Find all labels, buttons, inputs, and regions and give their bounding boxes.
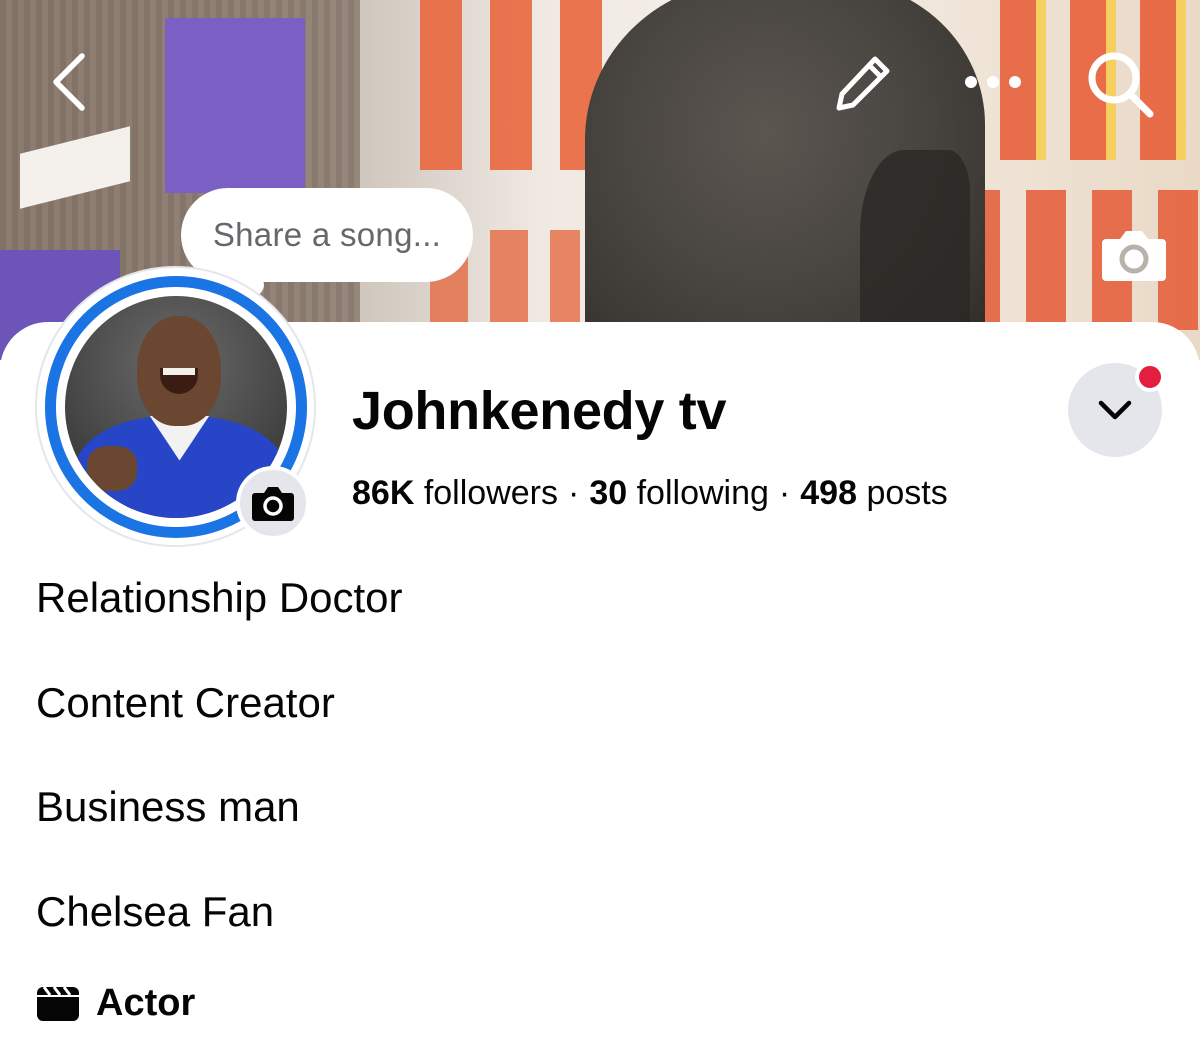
chevron-left-icon — [53, 53, 85, 111]
edit-profile-button[interactable] — [828, 50, 898, 116]
more-horizontal-icon — [965, 76, 1021, 88]
profile-stats: 86K followers · 30 following · 498 posts — [352, 474, 948, 513]
bio-line: Business man — [36, 783, 300, 830]
posts-link[interactable]: 498 posts — [800, 474, 947, 512]
share-song-button[interactable]: Share a song... — [181, 188, 473, 282]
posts-label: posts — [866, 474, 948, 512]
change-profile-picture-button[interactable] — [236, 466, 310, 540]
bio-line: Chelsea Fan — [36, 888, 275, 935]
chevron-down-icon — [1098, 400, 1132, 420]
following-label: following — [636, 474, 769, 512]
more-options-button[interactable] — [956, 56, 1030, 108]
avatar-fist — [86, 445, 137, 491]
profile-category: Actor — [36, 982, 195, 1025]
clapperboard-icon — [37, 985, 79, 1021]
stats-separator: · — [778, 474, 791, 512]
avatar-teeth — [162, 367, 195, 375]
pencil-icon — [836, 56, 890, 111]
stats-separator: · — [568, 474, 580, 512]
notification-dot — [1135, 362, 1165, 392]
search-button[interactable] — [1080, 48, 1160, 120]
posts-count: 498 — [800, 474, 857, 512]
following-link[interactable]: 30 following — [589, 474, 769, 512]
back-button[interactable] — [40, 50, 100, 114]
share-song-placeholder: Share a song... — [212, 216, 442, 253]
followers-link[interactable]: 86K followers — [352, 474, 558, 512]
followers-count: 86K — [352, 474, 415, 512]
cover-purple-sign — [165, 18, 305, 193]
search-icon — [1088, 52, 1154, 118]
followers-label: followers — [423, 474, 558, 512]
bio-line: Relationship Doctor — [36, 574, 403, 621]
camera-icon — [1102, 231, 1166, 281]
camera-icon — [252, 487, 294, 521]
following-count: 30 — [589, 474, 628, 512]
profile-name: Johnkenedy tv — [352, 381, 727, 441]
bio-line: Content Creator — [36, 679, 335, 726]
change-cover-photo-button[interactable] — [1098, 222, 1170, 286]
category-label: Actor — [96, 982, 196, 1024]
